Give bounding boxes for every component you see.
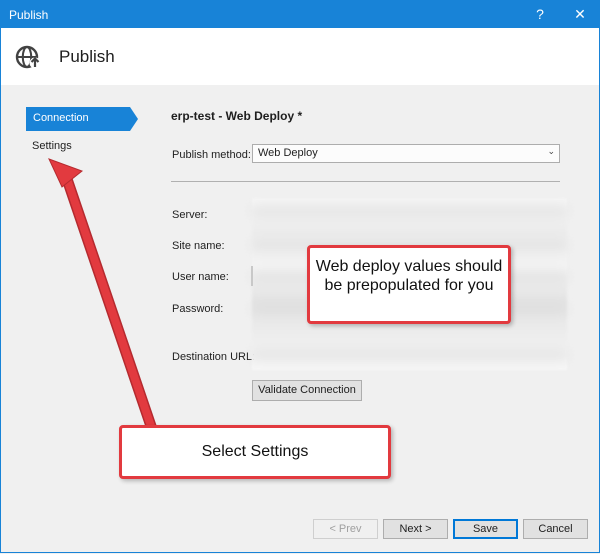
profile-title: erp-test - Web Deploy * — [171, 109, 303, 123]
title-bar: Publish ? ✕ — [1, 1, 599, 28]
window-title: Publish — [9, 8, 49, 22]
nav-item-connection[interactable]: Connection — [26, 107, 138, 131]
next-button[interactable]: Next > — [383, 519, 448, 539]
cancel-button[interactable]: Cancel — [523, 519, 588, 539]
publish-dialog: Publish ? ✕ Publish Connection Settings … — [0, 0, 600, 553]
prev-button[interactable]: < Prev — [313, 519, 378, 539]
validate-connection-button[interactable]: Validate Connection — [252, 380, 362, 401]
user-name-field[interactable] — [251, 266, 253, 286]
nav-item-settings[interactable]: Settings — [26, 135, 130, 157]
globe-publish-icon — [15, 45, 41, 69]
password-label: Password: — [172, 303, 224, 315]
publish-method-value: Web Deploy — [258, 147, 318, 159]
close-button[interactable]: ✕ — [564, 1, 596, 28]
nav-item-label: Settings — [32, 140, 72, 152]
chevron-down-icon: ⌄ — [547, 146, 555, 156]
site-name-label: Site name: — [172, 240, 225, 252]
user-name-label: User name: — [172, 271, 229, 283]
help-button[interactable]: ? — [524, 1, 556, 28]
save-button[interactable]: Save — [453, 519, 518, 539]
annotation-callout-values: Web deploy values should be prepopulated… — [307, 245, 511, 324]
annotation-callout-settings: Select Settings — [119, 425, 391, 479]
header-title: Publish — [59, 47, 115, 66]
destination-url-label: Destination URL: — [172, 351, 256, 363]
nav-item-label: Connection — [33, 112, 89, 124]
dialog-header: Publish — [1, 28, 599, 85]
publish-method-label: Publish method: — [172, 149, 251, 161]
publish-method-select[interactable]: Web Deploy ⌄ — [252, 144, 560, 163]
separator — [171, 181, 560, 182]
server-label: Server: — [172, 209, 208, 221]
